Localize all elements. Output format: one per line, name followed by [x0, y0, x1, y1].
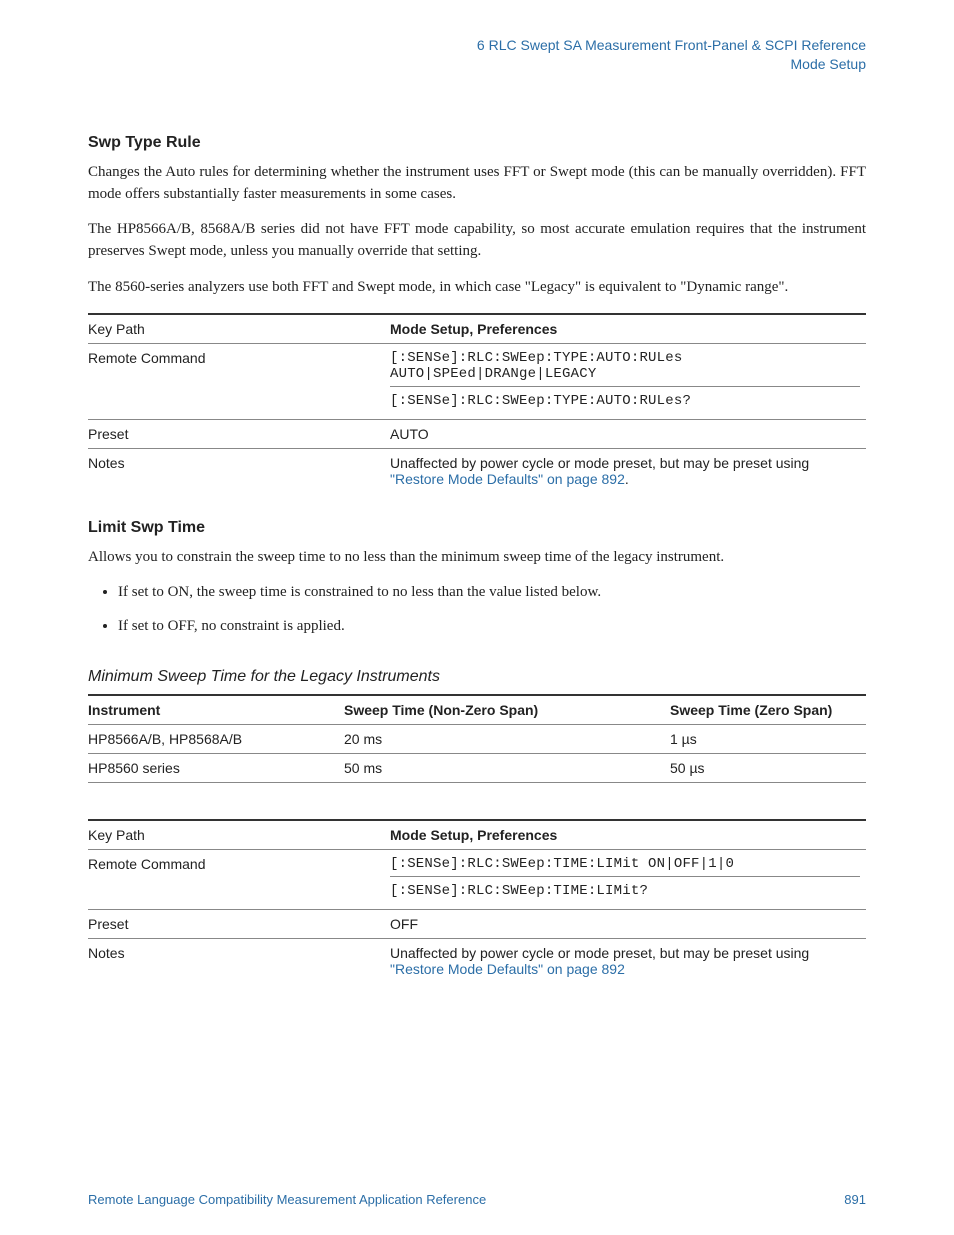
table-row: Notes Unaffected by power cycle or mode …: [88, 448, 866, 493]
cross-reference-link[interactable]: "Restore Mode Defaults" on page 892: [390, 961, 625, 977]
cell: 20 ms: [344, 724, 670, 753]
param-label: Preset: [88, 419, 390, 448]
table-header-row: Instrument Sweep Time (Non-Zero Span) Sw…: [88, 695, 866, 725]
list-item: If set to OFF, no constraint is applied.: [118, 616, 866, 638]
cell: 50 ms: [344, 753, 670, 782]
heading-min-sweep-time: Minimum Sweep Time for the Legacy Instru…: [88, 668, 866, 686]
table-row: Preset OFF: [88, 909, 866, 938]
heading-swp-type-rule: Swp Type Rule: [88, 134, 866, 152]
page-number: 891: [844, 1192, 866, 1207]
param-value: OFF: [390, 909, 866, 938]
data-table-min-sweep-time: Instrument Sweep Time (Non-Zero Span) Sw…: [88, 694, 866, 783]
notes-text: Unaffected by power cycle or mode preset…: [390, 455, 809, 471]
table-row: Key Path Mode Setup, Preferences: [88, 820, 866, 850]
header-section: Mode Setup: [88, 55, 866, 74]
cell: HP8566A/B, HP8568A/B: [88, 724, 344, 753]
param-label: Key Path: [88, 820, 390, 850]
param-value: Unaffected by power cycle or mode preset…: [390, 448, 866, 493]
table-row: Key Path Mode Setup, Preferences: [88, 314, 866, 344]
table-row: Notes Unaffected by power cycle or mode …: [88, 938, 866, 983]
cell: HP8560 series: [88, 753, 344, 782]
column-header: Sweep Time (Non-Zero Span): [344, 695, 670, 725]
scpi-command: [:SENSe]:RLC:SWEep:TIME:LIMit?: [390, 876, 860, 899]
param-value: AUTO: [390, 419, 866, 448]
column-header: Sweep Time (Zero Span): [670, 695, 866, 725]
param-label: Key Path: [88, 314, 390, 344]
paragraph: Changes the Auto rules for determining w…: [88, 162, 866, 206]
param-label: Notes: [88, 938, 390, 983]
paragraph: The HP8566A/B, 8568A/B series did not ha…: [88, 219, 866, 263]
paragraph: Allows you to constrain the sweep time t…: [88, 547, 866, 569]
notes-text: Unaffected by power cycle or mode preset…: [390, 945, 809, 961]
header-chapter: 6 RLC Swept SA Measurement Front-Panel &…: [88, 36, 866, 55]
heading-limit-swp-time: Limit Swp Time: [88, 519, 866, 537]
param-value: Mode Setup, Preferences: [390, 321, 557, 337]
notes-text: .: [625, 471, 629, 487]
param-label: Preset: [88, 909, 390, 938]
footer-title: Remote Language Compatibility Measuremen…: [88, 1192, 486, 1207]
param-label: Remote Command: [88, 343, 390, 419]
cell: 1 µs: [670, 724, 866, 753]
cross-reference-link[interactable]: "Restore Mode Defaults" on page 892: [390, 471, 625, 487]
running-header: 6 RLC Swept SA Measurement Front-Panel &…: [88, 36, 866, 74]
table-row: Remote Command [:SENSe]:RLC:SWEep:TIME:L…: [88, 849, 866, 909]
scpi-command: [:SENSe]:RLC:SWEep:TYPE:AUTO:RULes?: [390, 386, 860, 409]
paragraph: The 8560-series analyzers use both FFT a…: [88, 277, 866, 299]
param-label: Remote Command: [88, 849, 390, 909]
cell: 50 µs: [670, 753, 866, 782]
param-table-limit-swp-time: Key Path Mode Setup, Preferences Remote …: [88, 819, 866, 983]
param-value: Mode Setup, Preferences: [390, 827, 557, 843]
bullet-list: If set to ON, the sweep time is constrai…: [88, 582, 866, 638]
scpi-command: [:SENSe]:RLC:SWEep:TYPE:AUTO:RULes AUTO|…: [390, 350, 860, 382]
param-label: Notes: [88, 448, 390, 493]
column-header: Instrument: [88, 695, 344, 725]
table-row: HP8560 series 50 ms 50 µs: [88, 753, 866, 782]
param-value: Unaffected by power cycle or mode preset…: [390, 938, 866, 983]
scpi-command: [:SENSe]:RLC:SWEep:TIME:LIMit ON|OFF|1|0: [390, 856, 860, 872]
list-item: If set to ON, the sweep time is constrai…: [118, 582, 866, 604]
table-row: Preset AUTO: [88, 419, 866, 448]
param-table-swp-type-rule: Key Path Mode Setup, Preferences Remote …: [88, 313, 866, 493]
page-footer: Remote Language Compatibility Measuremen…: [88, 1192, 866, 1207]
table-row: HP8566A/B, HP8568A/B 20 ms 1 µs: [88, 724, 866, 753]
table-row: Remote Command [:SENSe]:RLC:SWEep:TYPE:A…: [88, 343, 866, 419]
